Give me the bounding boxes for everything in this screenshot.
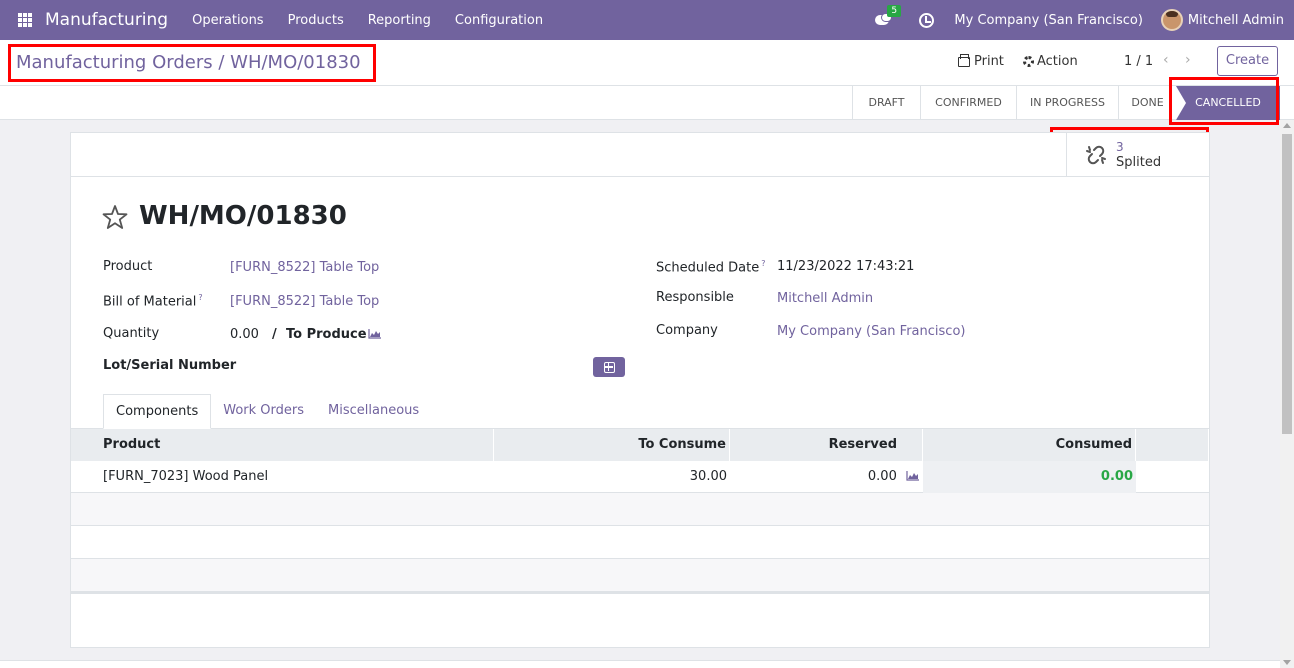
scheduled-help-icon[interactable]: ?	[761, 259, 765, 268]
menu-configuration[interactable]: Configuration	[443, 13, 555, 28]
bom-field[interactable]: [FURN_8522] Table Top	[230, 294, 379, 309]
user-avatar[interactable]	[1160, 9, 1183, 31]
row-extra	[1136, 461, 1209, 493]
apps-grid-icon[interactable]	[18, 13, 32, 27]
stage-confirmed: CONFIRMED	[920, 86, 1016, 120]
splited-smart-button[interactable]: 3 Splited	[1066, 133, 1209, 177]
record-title: WH/MO/01830	[139, 201, 347, 231]
gear-icon	[1023, 56, 1034, 67]
area-chart-icon[interactable]	[368, 328, 382, 339]
menu-products[interactable]: Products	[276, 13, 356, 28]
top-navbar: Manufacturing Operations Products Report…	[0, 0, 1294, 40]
components-table: Product To Consume Reserved Consumed [FU…	[71, 429, 1209, 594]
product-label: Product	[103, 259, 153, 274]
row-product: [FURN_7023] Wood Panel	[103, 469, 269, 484]
activity-clock-icon[interactable]	[919, 12, 935, 28]
messages-badge: 5	[887, 5, 902, 17]
app-name[interactable]: Manufacturing	[45, 10, 168, 30]
splited-label: Splited	[1116, 155, 1162, 170]
company-field[interactable]: My Company (San Francisco)	[777, 324, 965, 339]
company-switcher[interactable]: My Company (San Francisco)	[954, 13, 1142, 28]
responsible-field[interactable]: Mitchell Admin	[777, 291, 873, 306]
tab-miscellaneous[interactable]: Miscellaneous	[316, 394, 431, 429]
page-scrollbar[interactable]	[1280, 120, 1294, 668]
add-lot-button[interactable]	[593, 357, 625, 377]
quantity-label: Quantity	[103, 326, 160, 341]
cancelled-highlight-box	[1169, 77, 1279, 125]
breadcrumb-highlight-box	[8, 44, 376, 82]
tab-components[interactable]: Components	[103, 394, 212, 429]
bom-help-icon[interactable]: ?	[198, 293, 202, 302]
responsible-label: Responsible	[656, 290, 734, 305]
bom-label: Bill of Material?	[103, 293, 203, 310]
create-button[interactable]: Create	[1217, 46, 1278, 76]
menu-operations[interactable]: Operations	[180, 13, 275, 28]
user-menu[interactable]: Mitchell Admin	[1188, 13, 1284, 28]
messages-icon[interactable]: 5	[875, 5, 902, 27]
header-consumed[interactable]: Consumed	[923, 429, 1136, 461]
scroll-up-icon[interactable]	[1283, 123, 1291, 128]
scroll-down-icon[interactable]	[1283, 660, 1291, 665]
chatter-area	[0, 660, 1280, 668]
tab-work-orders[interactable]: Work Orders	[211, 394, 316, 429]
stage-in-progress: IN PROGRESS	[1016, 86, 1118, 120]
empty-row	[71, 559, 1209, 592]
pager-value[interactable]: 1 / 1	[1124, 54, 1153, 69]
table-header: Product To Consume Reserved Consumed	[71, 429, 1209, 461]
header-to-consume[interactable]: To Consume	[494, 429, 730, 461]
unlink-icon	[1086, 145, 1106, 165]
forecast-chart-icon[interactable]	[906, 470, 920, 481]
company-label: Company	[656, 323, 718, 338]
form-sheet: 3 Splited WH/MO/01830 Product [FURN_8522…	[70, 132, 1210, 648]
row-reserved-value: 0.00	[867, 469, 897, 484]
button-box: 3 Splited	[71, 133, 1209, 177]
splited-count: 3	[1116, 140, 1124, 154]
product-field[interactable]: [FURN_8522] Table Top	[230, 260, 379, 275]
action-button[interactable]: Action	[1023, 54, 1078, 69]
scheduled-date-field[interactable]: 11/23/2022 17:43:21	[777, 259, 914, 274]
table-row[interactable]: [FURN_7023] Wood Panel 30.00 0.00 0.00	[71, 461, 1209, 493]
chevron-left-icon[interactable]: ‹	[1163, 52, 1169, 68]
favorite-star-icon[interactable]	[102, 204, 128, 230]
print-button[interactable]: Print	[958, 53, 1004, 69]
stage-done: DONE	[1118, 86, 1176, 120]
chevron-right-icon[interactable]: ›	[1185, 52, 1191, 68]
menu-reporting[interactable]: Reporting	[356, 13, 443, 28]
quantity-separator: /	[272, 327, 277, 342]
header-reserved[interactable]: Reserved	[730, 429, 923, 461]
print-label: Print	[974, 54, 1004, 69]
row-reserved: 0.00	[730, 461, 923, 493]
empty-row	[71, 493, 1209, 526]
quantity-field[interactable]: 0.00	[230, 327, 259, 342]
header-extra	[1136, 429, 1209, 461]
header-product[interactable]: Product	[71, 429, 494, 461]
scheduled-date-label: Scheduled Date?	[656, 259, 766, 276]
stage-draft: DRAFT	[852, 86, 920, 120]
empty-row	[71, 526, 1209, 559]
notebook-tabs: Components Work Orders Miscellaneous	[103, 394, 431, 429]
scroll-thumb[interactable]	[1282, 134, 1292, 434]
table-bottom-border	[71, 592, 1209, 594]
action-label: Action	[1037, 54, 1078, 69]
plus-square-icon	[603, 361, 615, 373]
to-produce-label: To Produce	[286, 327, 367, 342]
printer-icon	[958, 53, 970, 67]
row-consumed: 0.00	[923, 461, 1136, 493]
row-to-consume: 30.00	[689, 469, 727, 484]
lot-serial-label: Lot/Serial Number	[103, 358, 237, 373]
